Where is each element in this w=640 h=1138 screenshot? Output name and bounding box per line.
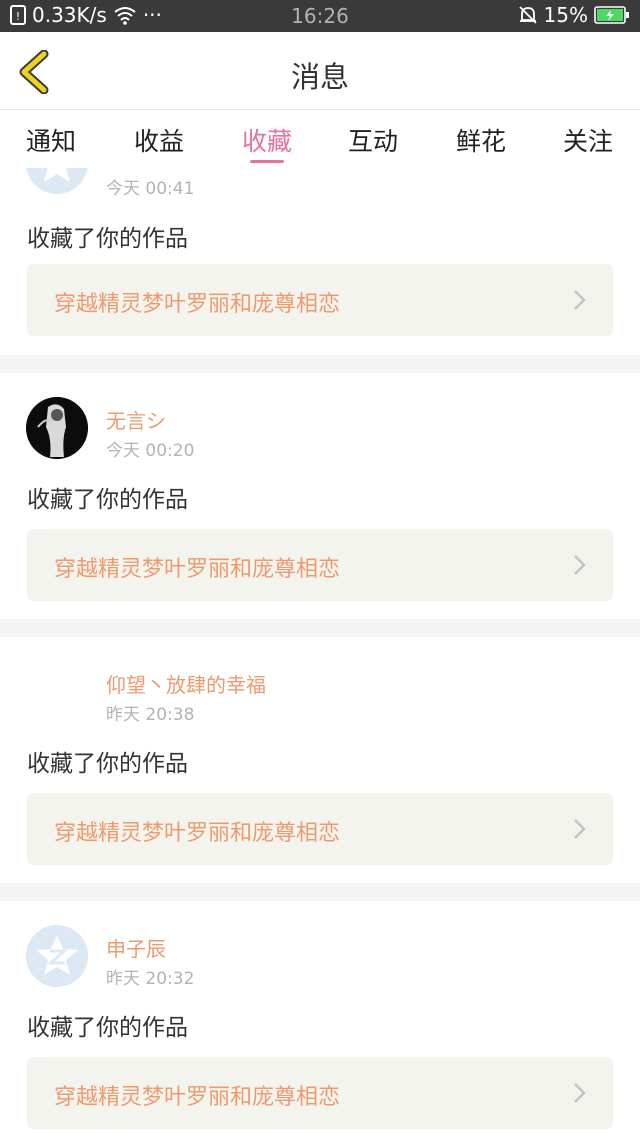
work-title: 穿越精灵梦叶罗丽和庞尊相恋 xyxy=(54,292,341,317)
message-time: 昨天 20:38 xyxy=(106,705,195,725)
avatar[interactable] xyxy=(26,925,88,987)
card-separator xyxy=(0,883,640,901)
message-time: 今天 00:41 xyxy=(106,179,195,199)
message-card: 仰望丶放肆的幸福 昨天 20:38 收藏了你的作品 穿越精灵梦叶罗丽和庞尊相恋 xyxy=(0,637,640,883)
message-card: 无言シ 今天 00:20 收藏了你的作品 穿越精灵梦叶罗丽和庞尊相恋 xyxy=(0,373,640,619)
message-username[interactable]: 申子辰 xyxy=(106,933,166,962)
header-bar: 消息 xyxy=(0,32,640,110)
message-action: 收藏了你的作品 xyxy=(27,487,188,513)
work-title: 穿越精灵梦叶罗丽和庞尊相恋 xyxy=(54,557,341,582)
message-card: 今天 00:41 收藏了你的作品 穿越精灵梦叶罗丽和庞尊相恋 xyxy=(0,168,640,355)
user-photo-icon xyxy=(26,397,88,459)
tab-follows[interactable]: 关注 xyxy=(548,122,628,158)
message-action: 收藏了你的作品 xyxy=(27,226,188,252)
tab-bar: 通知 收益 收藏 互动 鲜花 关注 xyxy=(0,110,640,168)
work-link[interactable]: 穿越精灵梦叶罗丽和庞尊相恋 xyxy=(27,264,613,336)
battery-icon xyxy=(594,6,629,24)
bell-muted-icon xyxy=(518,6,537,24)
work-link[interactable]: 穿越精灵梦叶罗丽和庞尊相恋 xyxy=(27,793,613,865)
default-avatar-star-icon xyxy=(26,168,88,194)
status-bar: ! 0.33K/s ··· 16:26 15% xyxy=(0,0,640,32)
message-card: 申子辰 昨天 20:32 收藏了你的作品 穿越精灵梦叶罗丽和庞尊相恋 xyxy=(0,901,640,1138)
card-separator xyxy=(0,355,640,373)
chevron-right-icon xyxy=(574,1083,586,1103)
battery-percent: 15% xyxy=(543,3,588,27)
work-title: 穿越精灵梦叶罗丽和庞尊相恋 xyxy=(54,821,341,846)
chevron-right-icon xyxy=(574,819,586,839)
work-link[interactable]: 穿越精灵梦叶罗丽和庞尊相恋 xyxy=(27,1057,613,1129)
work-link[interactable]: 穿越精灵梦叶罗丽和庞尊相恋 xyxy=(27,529,613,601)
message-username[interactable]: 无言シ xyxy=(106,405,166,434)
tab-favorites[interactable]: 收藏 xyxy=(227,122,307,158)
avatar[interactable] xyxy=(26,397,88,459)
message-list[interactable]: 今天 00:41 收藏了你的作品 穿越精灵梦叶罗丽和庞尊相恋 无言シ 今天 00… xyxy=(0,168,640,1138)
chevron-right-icon xyxy=(574,555,586,575)
tab-earnings[interactable]: 收益 xyxy=(119,122,199,158)
default-avatar-star-icon xyxy=(26,925,88,987)
tab-interactions[interactable]: 互动 xyxy=(333,122,413,158)
active-tab-indicator xyxy=(250,160,284,163)
tab-notifications[interactable]: 通知 xyxy=(11,122,91,158)
status-right: 15% xyxy=(518,3,630,27)
tab-flowers[interactable]: 鲜花 xyxy=(441,122,521,158)
message-action: 收藏了你的作品 xyxy=(27,1015,188,1041)
chevron-right-icon xyxy=(574,290,586,310)
card-separator xyxy=(0,619,640,637)
work-title: 穿越精灵梦叶罗丽和庞尊相恋 xyxy=(54,1085,341,1110)
avatar[interactable] xyxy=(26,661,88,723)
page-title: 消息 xyxy=(290,60,349,94)
message-time: 今天 00:20 xyxy=(106,441,195,461)
message-username[interactable]: 仰望丶放肆的幸福 xyxy=(106,669,266,698)
message-action: 收藏了你的作品 xyxy=(27,751,188,777)
message-time: 昨天 20:32 xyxy=(106,969,195,989)
avatar[interactable] xyxy=(26,168,88,194)
